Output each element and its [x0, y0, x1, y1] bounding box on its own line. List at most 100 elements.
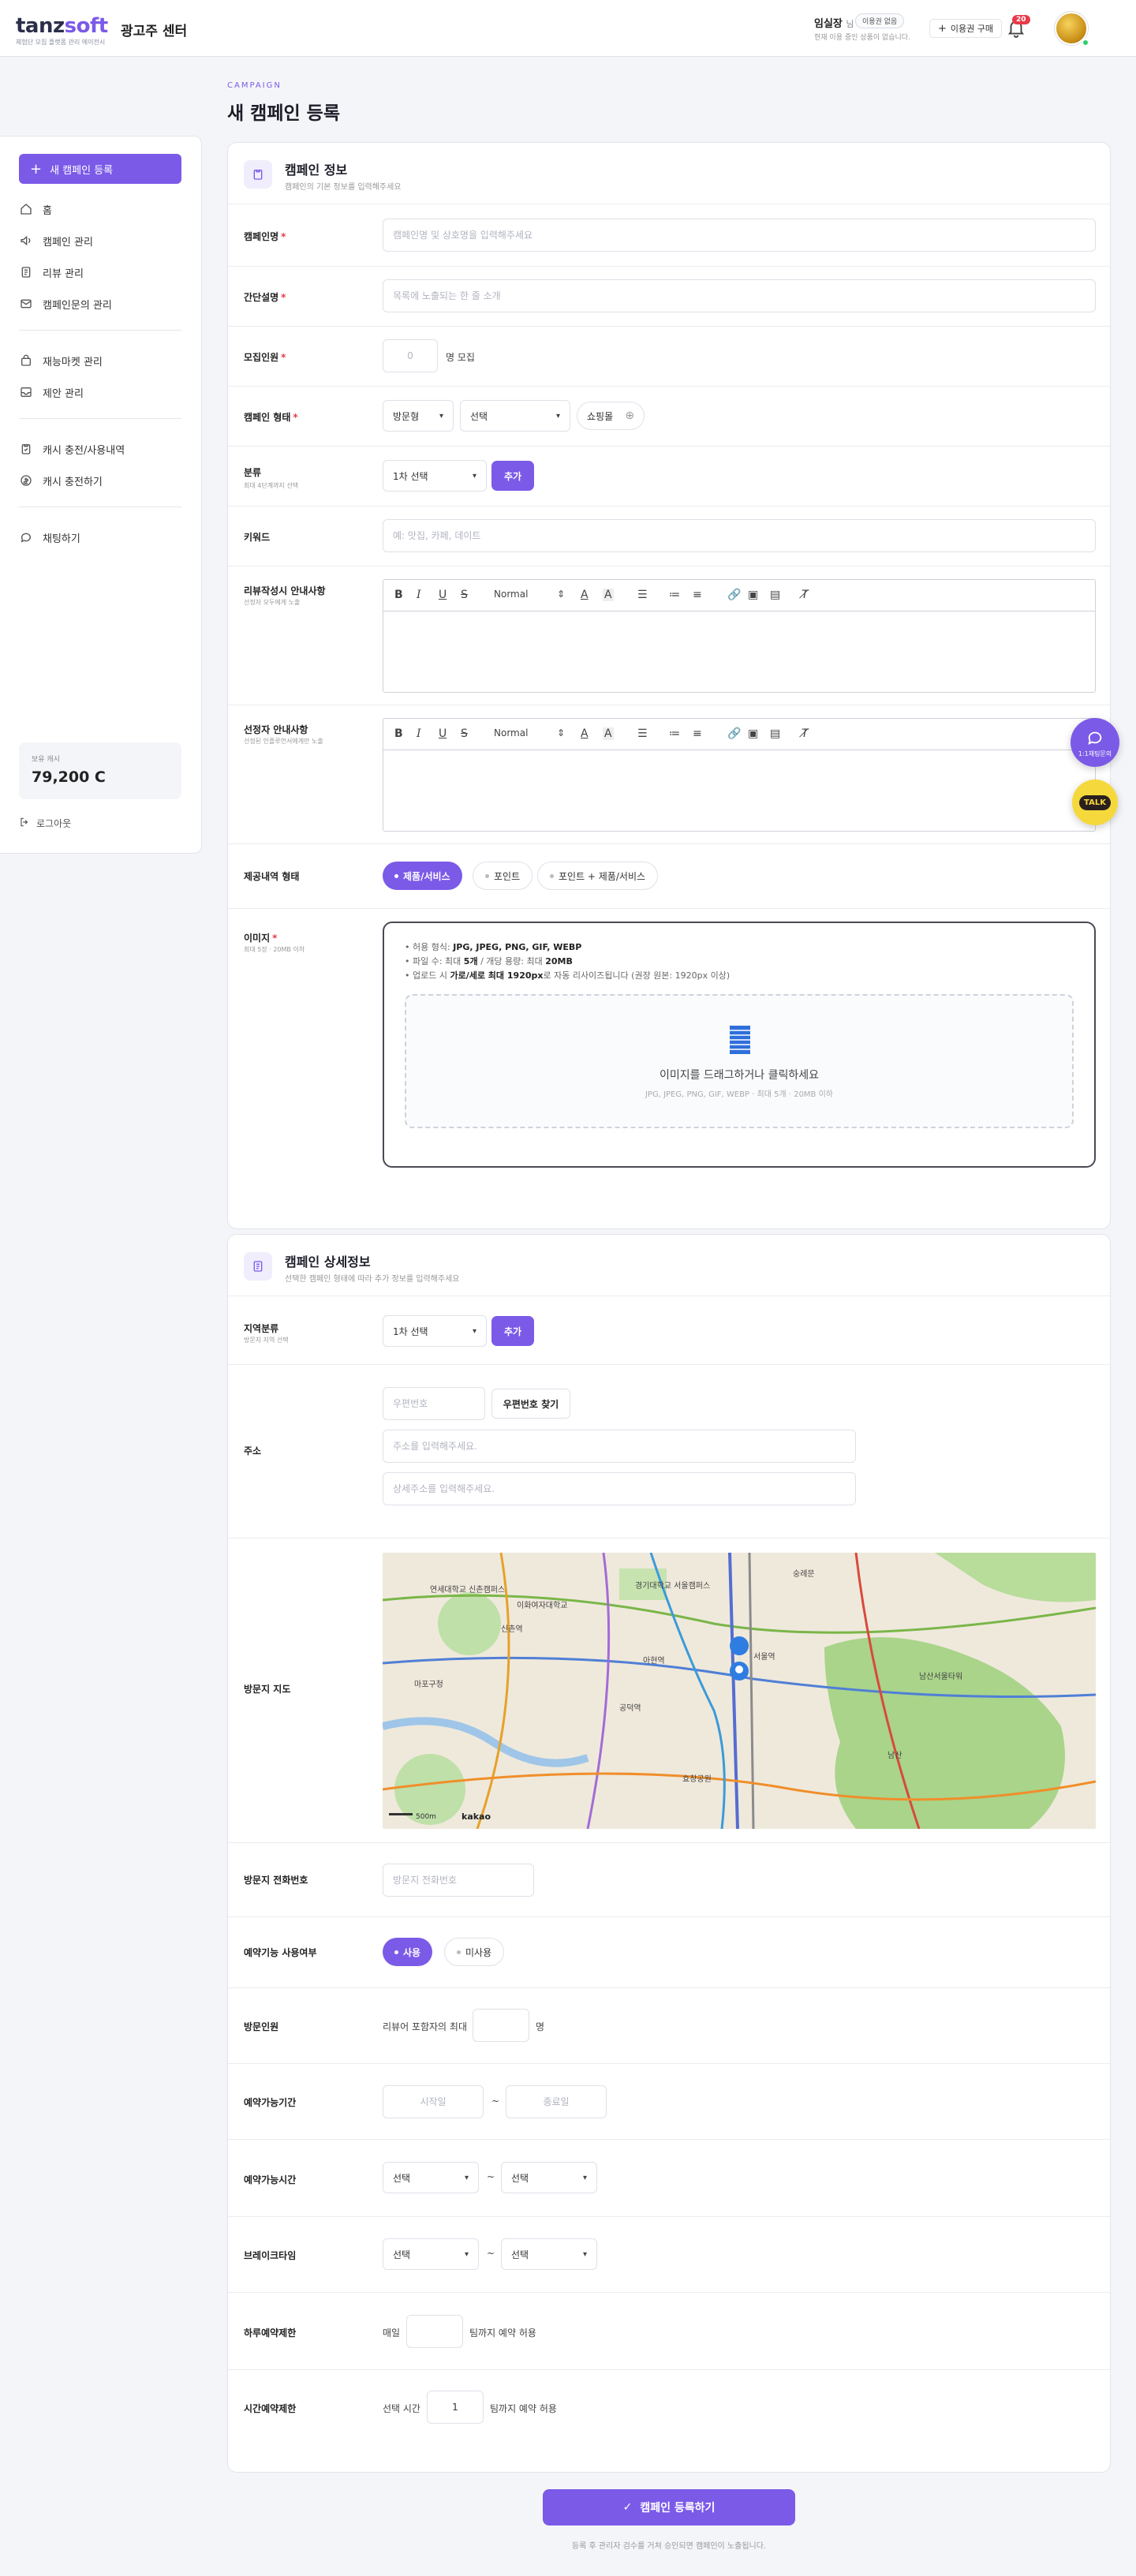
link-icon[interactable]: 🔗 [727, 727, 741, 740]
breadcrumb: CAMPAIGN [227, 81, 282, 90]
sidebar-item-cash-charge[interactable]: 캐시 충전하기 [19, 469, 103, 492]
select-value: 선택 [470, 410, 488, 422]
link-icon[interactable]: 🔗 [727, 589, 741, 601]
sidebar-item-home[interactable]: 홈 [19, 197, 52, 221]
sidebar-item-inquiry[interactable]: 캠페인문의 관리 [19, 292, 112, 316]
short-desc-input[interactable] [383, 279, 1096, 312]
sidebar-item-cash-history[interactable]: 캐시 충전/사용내역 [19, 437, 125, 461]
campaign-subtype-select[interactable]: 선택 ▾ [460, 400, 570, 432]
logout-button[interactable]: 로그아웃 [19, 817, 71, 830]
reward-option-point[interactable]: 포인트 [473, 862, 533, 890]
reserve-option-use[interactable]: 사용 [383, 1938, 433, 1966]
submit-campaign-button[interactable]: ✓ 캠페인 등록하기 [543, 2489, 795, 2526]
keyword-input[interactable] [383, 519, 1096, 552]
add-category-button[interactable]: 추가 [491, 461, 534, 491]
align-icon[interactable]: ☰ [637, 589, 648, 601]
field-label: 방문지 전화번호 [244, 1875, 308, 1886]
sidebar-item-review[interactable]: 리뷰 관리 [19, 260, 84, 284]
sidebar-item-campaign[interactable]: 캠페인 관리 [19, 229, 93, 252]
period-end-input[interactable] [506, 2085, 607, 2118]
buy-pass-button[interactable]: + 이용권 구매 [929, 19, 1003, 38]
region-select[interactable]: 1차 선택 ▾ [383, 1315, 487, 1347]
strike-icon[interactable]: S [461, 589, 468, 601]
mail-icon [19, 297, 33, 311]
clear-format-icon[interactable]: T̸ [802, 589, 809, 601]
heading-select[interactable]: Normal [494, 589, 528, 600]
highlight-icon[interactable]: A [603, 727, 614, 740]
ordered-list-icon[interactable]: ≔ [669, 727, 680, 740]
sidebar-item-talent[interactable]: 재능마켓 관리 [19, 349, 103, 372]
shopping-mall-tag[interactable]: 쇼핑몰 ⊕ [577, 402, 645, 430]
text-color-icon[interactable]: A [581, 727, 589, 740]
underline-icon[interactable]: U [439, 727, 447, 740]
user-suffix: 님 [846, 19, 854, 29]
editor-toolbar: B I U S Normal ⇕ A A ☰ ≔ ≡ 🔗 ▣ ▤ T̸ [383, 719, 1095, 750]
kakao-talk-button[interactable]: TALK [1072, 780, 1118, 825]
selected-guide-editor[interactable]: B I U S Normal ⇕ A A ☰ ≔ ≡ 🔗 ▣ ▤ T̸ [383, 718, 1096, 832]
bullet-list-icon[interactable]: ≡ [693, 727, 702, 740]
strike-icon[interactable]: S [461, 727, 468, 740]
bullet-list-icon[interactable]: ≡ [693, 589, 702, 601]
video-icon[interactable]: ▤ [770, 589, 780, 601]
location-map[interactable]: 연세대학교 신촌캠퍼스 이화여자대학교 경기대학교 서울캠퍼스 서울역 숭례문 … [383, 1553, 1096, 1829]
reviewer-guide-editor[interactable]: B I U S Normal ⇕ A A ☰ ≔ ≡ 🔗 ▣ ▤ T̸ [383, 579, 1096, 693]
italic-icon[interactable]: I [417, 589, 421, 601]
visitors-input[interactable] [473, 2009, 529, 2042]
phone-input[interactable] [383, 1864, 534, 1897]
find-postcode-button[interactable]: 우편번호 찾기 [491, 1389, 570, 1419]
bold-icon[interactable]: B [394, 727, 403, 740]
sidebar-item-proposal[interactable]: 제안 관리 [19, 380, 84, 404]
align-icon[interactable]: ☰ [637, 727, 648, 740]
daily-limit-input[interactable] [406, 2315, 463, 2348]
image-icon[interactable]: ▣ [748, 727, 758, 740]
heading-select[interactable]: Normal [494, 727, 528, 738]
reward-option-both[interactable]: 포인트 + 제품/서비스 [537, 862, 659, 890]
time-start-select[interactable]: 선택 ▾ [383, 2162, 479, 2193]
ordered-list-icon[interactable]: ≔ [669, 589, 680, 601]
clear-format-icon[interactable]: T̸ [802, 727, 809, 740]
recruit-count-input[interactable] [383, 339, 438, 372]
video-icon[interactable]: ▤ [770, 727, 780, 740]
guide-text: 허용 형식: [413, 942, 454, 952]
coin-icon [19, 473, 33, 488]
floating-chat-button[interactable]: 1:1채팅문의 [1071, 718, 1119, 767]
highlight-icon[interactable]: A [603, 589, 614, 601]
campaign-name-input[interactable] [383, 219, 1096, 252]
map-label: 남산 [888, 1751, 902, 1760]
image-icon[interactable]: ▣ [748, 589, 758, 601]
reserve-option-nouse[interactable]: 미사용 [444, 1938, 505, 1966]
card-header: 캠페인 정보 캠페인의 기본 정보를 입력해주세요 [228, 143, 1110, 204]
reward-option-product[interactable]: 제품/서비스 [383, 862, 462, 890]
logout-icon [19, 817, 30, 830]
text-color-icon[interactable]: A [581, 589, 589, 601]
plus-icon: + [938, 22, 947, 35]
image-dropzone[interactable]: 이미지를 드래그하거나 클릭하세요 JPG, JPEG, PNG, GIF, W… [405, 994, 1074, 1128]
break-start-select[interactable]: 선택 ▾ [383, 2238, 479, 2270]
add-region-button[interactable]: 추가 [491, 1316, 534, 1346]
logo[interactable]: tanzsoft [16, 14, 108, 38]
required-mark: * [272, 933, 278, 944]
chevron-down-icon: ▾ [582, 2249, 587, 2259]
period-start-input[interactable] [383, 2085, 484, 2118]
slot-limit-input[interactable] [427, 2391, 484, 2424]
field-label: 예약가능시간 [244, 2174, 297, 2185]
new-campaign-button[interactable]: + 새 캠페인 등록 [19, 154, 181, 184]
postcode-input[interactable] [383, 1387, 485, 1420]
user-note: 현재 이용 중인 상품이 없습니다. [814, 34, 910, 42]
sidebar-item-label: 캠페인 관리 [43, 236, 93, 249]
sidebar-item-chat[interactable]: 채팅하기 [19, 525, 80, 549]
address-detail-input[interactable] [383, 1472, 856, 1505]
map-label: 신촌역 [501, 1624, 523, 1634]
underline-icon[interactable]: U [439, 589, 447, 601]
center-title: 광고주 센터 [121, 24, 188, 39]
time-end-select[interactable]: 선택 ▾ [501, 2162, 597, 2193]
row-selected-guide: 선정자 안내사항 선정된 인플루언서에게만 노출 B I U S Normal … [228, 705, 1110, 843]
campaign-type-select[interactable]: 방문형 ▾ [383, 400, 454, 432]
bold-icon[interactable]: B [394, 589, 403, 601]
field-sublabel: 방문지 지역 선택 [244, 1337, 289, 1344]
address-input[interactable] [383, 1430, 856, 1463]
break-end-select[interactable]: 선택 ▾ [501, 2238, 597, 2270]
italic-icon[interactable]: I [417, 727, 421, 740]
check-icon: ✓ [622, 2501, 633, 2514]
category-select[interactable]: 1차 선택 ▾ [383, 460, 487, 492]
